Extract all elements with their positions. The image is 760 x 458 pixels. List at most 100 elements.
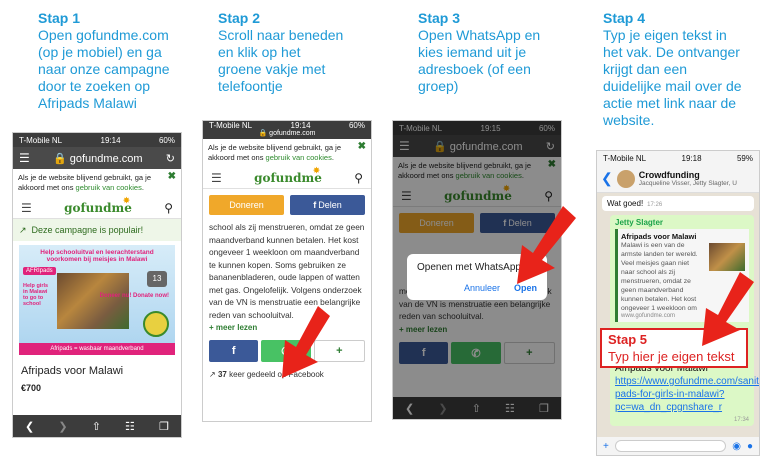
message-text: Wat goed! bbox=[607, 199, 644, 208]
more-share-button[interactable]: + bbox=[313, 340, 365, 362]
cookie-link[interactable]: gebruik van cookies bbox=[266, 153, 332, 162]
facebook-icon: f bbox=[231, 345, 236, 357]
preview-title: Afripads voor Malawi bbox=[621, 232, 697, 241]
back-icon[interactable]: ❮ bbox=[601, 170, 613, 187]
step-2: Stap 2 Scroll naar beneden en klik op he… bbox=[218, 10, 358, 95]
carrier-label: T-Mobile NL bbox=[603, 153, 647, 163]
campaign-photo bbox=[57, 273, 129, 329]
afripads-logo: AFRIpads bbox=[23, 267, 56, 275]
popular-text: Deze campagne is populair! bbox=[31, 225, 144, 235]
step-1-number: Stap 1 bbox=[38, 10, 81, 26]
preview-image bbox=[709, 243, 745, 271]
camera-icon[interactable]: ◉ bbox=[732, 441, 741, 452]
hamburger-icon[interactable]: ☰ bbox=[21, 201, 32, 215]
step-5-number: Stap 5 bbox=[608, 332, 648, 347]
url-text: gofundme.com bbox=[269, 130, 316, 137]
dialog-title: Openen met WhatsApp? bbox=[417, 262, 527, 273]
draft-message: Jetty Slagter Afripads voor Malawi Malaw… bbox=[610, 215, 759, 426]
message-input-bar: + ◉ ● bbox=[597, 437, 759, 455]
hamburger-icon[interactable]: ☰ bbox=[19, 151, 30, 165]
bookmarks-icon[interactable]: ☷ bbox=[125, 420, 135, 433]
avatar[interactable] bbox=[616, 169, 635, 188]
status-bar: T-Mobile NL 19:18 59% bbox=[597, 151, 759, 165]
close-icon[interactable]: ✖ bbox=[168, 172, 176, 182]
chat-header: ❮ Crowdfunding Jacqueline Visser, Jetty … bbox=[597, 165, 759, 193]
logo-text: gofundme bbox=[64, 200, 132, 215]
chat-members: Jacqueline Visser, Jetty Slagter, U bbox=[638, 180, 737, 187]
battery-label: 59% bbox=[736, 153, 753, 163]
share-buttons: f ✆ + bbox=[203, 334, 371, 368]
mic-icon[interactable]: ● bbox=[747, 441, 753, 452]
step-4-text: Typ je eigen tekst in het vak. De ontvan… bbox=[603, 27, 742, 128]
banner-footer: Afripads = wasbaar maandverband bbox=[19, 343, 175, 355]
trend-icon: ↗ bbox=[209, 370, 216, 379]
previous-message: Wat goed! 17:26 bbox=[602, 196, 754, 211]
tabs-icon[interactable]: ❐ bbox=[159, 420, 169, 433]
phone-screenshot-2: T-Mobile NL 19:14 60% 🔒 gofundme.com Als… bbox=[202, 120, 372, 422]
share-count-text: keer gedeeld op Facebook bbox=[226, 370, 324, 379]
cancel-button[interactable]: Annuleer bbox=[464, 283, 500, 293]
carrier-label: T-Mobile NL bbox=[209, 121, 253, 130]
banner-help-text: Help girls in Malawi to go to school bbox=[23, 283, 49, 307]
step-5-text: Typ hier je eigen tekst bbox=[608, 349, 735, 364]
step-1-text: Open gofundme.com (op je mobiel) en ga n… bbox=[38, 27, 170, 111]
read-more-link[interactable]: + meer lezen bbox=[203, 321, 371, 334]
gofundme-logo[interactable]: gofundme ✸ bbox=[64, 195, 132, 215]
battery-label: 60% bbox=[348, 121, 365, 130]
campaign-amount: €700 bbox=[21, 383, 42, 393]
chat-name: Crowdfunding bbox=[638, 170, 700, 180]
facebook-share-button[interactable]: f bbox=[209, 340, 259, 362]
cookie-end: . bbox=[141, 183, 144, 192]
phone-screenshot-1: T-Mobile NL 19:14 60% ☰ 🔒 gofundme.com ↻… bbox=[12, 132, 182, 438]
cookie-end: . bbox=[331, 153, 334, 162]
share-count: ↗ 37 keer gedeeld op Facebook bbox=[203, 368, 371, 381]
hamburger-icon[interactable]: ☰ bbox=[211, 171, 222, 185]
donate-button[interactable]: Doneren bbox=[209, 195, 284, 215]
link-preview[interactable]: Afripads voor Malawi Malawi is een van d… bbox=[615, 229, 749, 322]
gofundme-logo[interactable]: gofundme ✸ bbox=[254, 165, 322, 185]
share-count-number: 37 bbox=[217, 370, 227, 379]
campaign-image[interactable]: Help schooluitval en leerachterstand voo… bbox=[19, 245, 175, 355]
sender-name: Jetty Slagter bbox=[615, 218, 664, 227]
url-text: gofundme.com bbox=[69, 152, 143, 165]
phone-screenshot-3: T-Mobile NL 19:15 60% ☰ 🔒 gofundme.com ↻… bbox=[392, 120, 562, 420]
campaign-link[interactable]: https://www.gofundme.com/sanitary-pads-f… bbox=[615, 376, 759, 413]
share-button[interactable]: f Delen bbox=[290, 195, 365, 215]
step-5-callout: Stap 5 Typ hier je eigen tekst bbox=[600, 328, 748, 368]
whatsapp-share-button[interactable]: ✆ bbox=[261, 340, 311, 362]
message-time: 17:34 bbox=[733, 417, 749, 423]
banner-donate-text: Doneer nu! Donate now! bbox=[99, 293, 169, 299]
seal-image bbox=[143, 311, 169, 337]
chat-body: Wat goed! 17:26 Jetty Slagter Afripads vo… bbox=[597, 193, 759, 437]
plus-icon[interactable]: + bbox=[603, 441, 609, 452]
refresh-icon[interactable]: ↻ bbox=[166, 152, 175, 165]
forward-icon[interactable]: ❯ bbox=[58, 420, 67, 433]
status-bar: T-Mobile NL 19:14 60% 🔒 gofundme.com bbox=[203, 121, 371, 139]
search-icon[interactable]: ⚲ bbox=[354, 171, 363, 185]
message-input[interactable] bbox=[614, 440, 727, 452]
lock-icon: 🔒 bbox=[258, 130, 268, 137]
browser-url-bar[interactable]: ☰ 🔒 gofundme.com ↻ bbox=[13, 147, 181, 169]
open-button[interactable]: Open bbox=[514, 283, 537, 293]
open-whatsapp-dialog: Openen met WhatsApp? Annuleer Open bbox=[407, 254, 547, 300]
time-label: 19:14 bbox=[290, 121, 311, 130]
close-icon[interactable]: ✖ bbox=[358, 142, 366, 152]
step-2-number: Stap 2 bbox=[218, 10, 261, 26]
search-icon[interactable]: ⚲ bbox=[164, 201, 173, 215]
facebook-icon: f bbox=[313, 200, 317, 210]
campaign-title[interactable]: Afripads voor Malawi bbox=[13, 359, 181, 383]
share-icon[interactable]: ⇧ bbox=[92, 420, 101, 433]
phone-screenshot-4: T-Mobile NL 19:18 59% ❮ Crowdfunding Jac… bbox=[596, 150, 760, 456]
step-3: Stap 3 Open WhatsApp en kies iemand uit … bbox=[418, 10, 558, 95]
browser-toolbar: ❮ ❯ ⇧ ☷ ❐ bbox=[13, 415, 181, 437]
plus-icon: + bbox=[336, 345, 343, 357]
cookie-link[interactable]: gebruik van cookies bbox=[76, 183, 142, 192]
cookie-notice: Als je de website blijvend gebruikt, ga … bbox=[13, 169, 181, 197]
step-4-number: Stap 4 bbox=[603, 10, 646, 26]
trend-icon: ↗ bbox=[19, 224, 27, 235]
back-icon[interactable]: ❮ bbox=[25, 420, 34, 433]
preview-url: www.gofundme.com bbox=[621, 313, 676, 319]
action-buttons: Doneren f Delen bbox=[203, 189, 371, 221]
status-bar: T-Mobile NL 19:14 60% bbox=[13, 133, 181, 147]
site-header: ☰ gofundme ✸ ⚲ bbox=[203, 165, 371, 189]
